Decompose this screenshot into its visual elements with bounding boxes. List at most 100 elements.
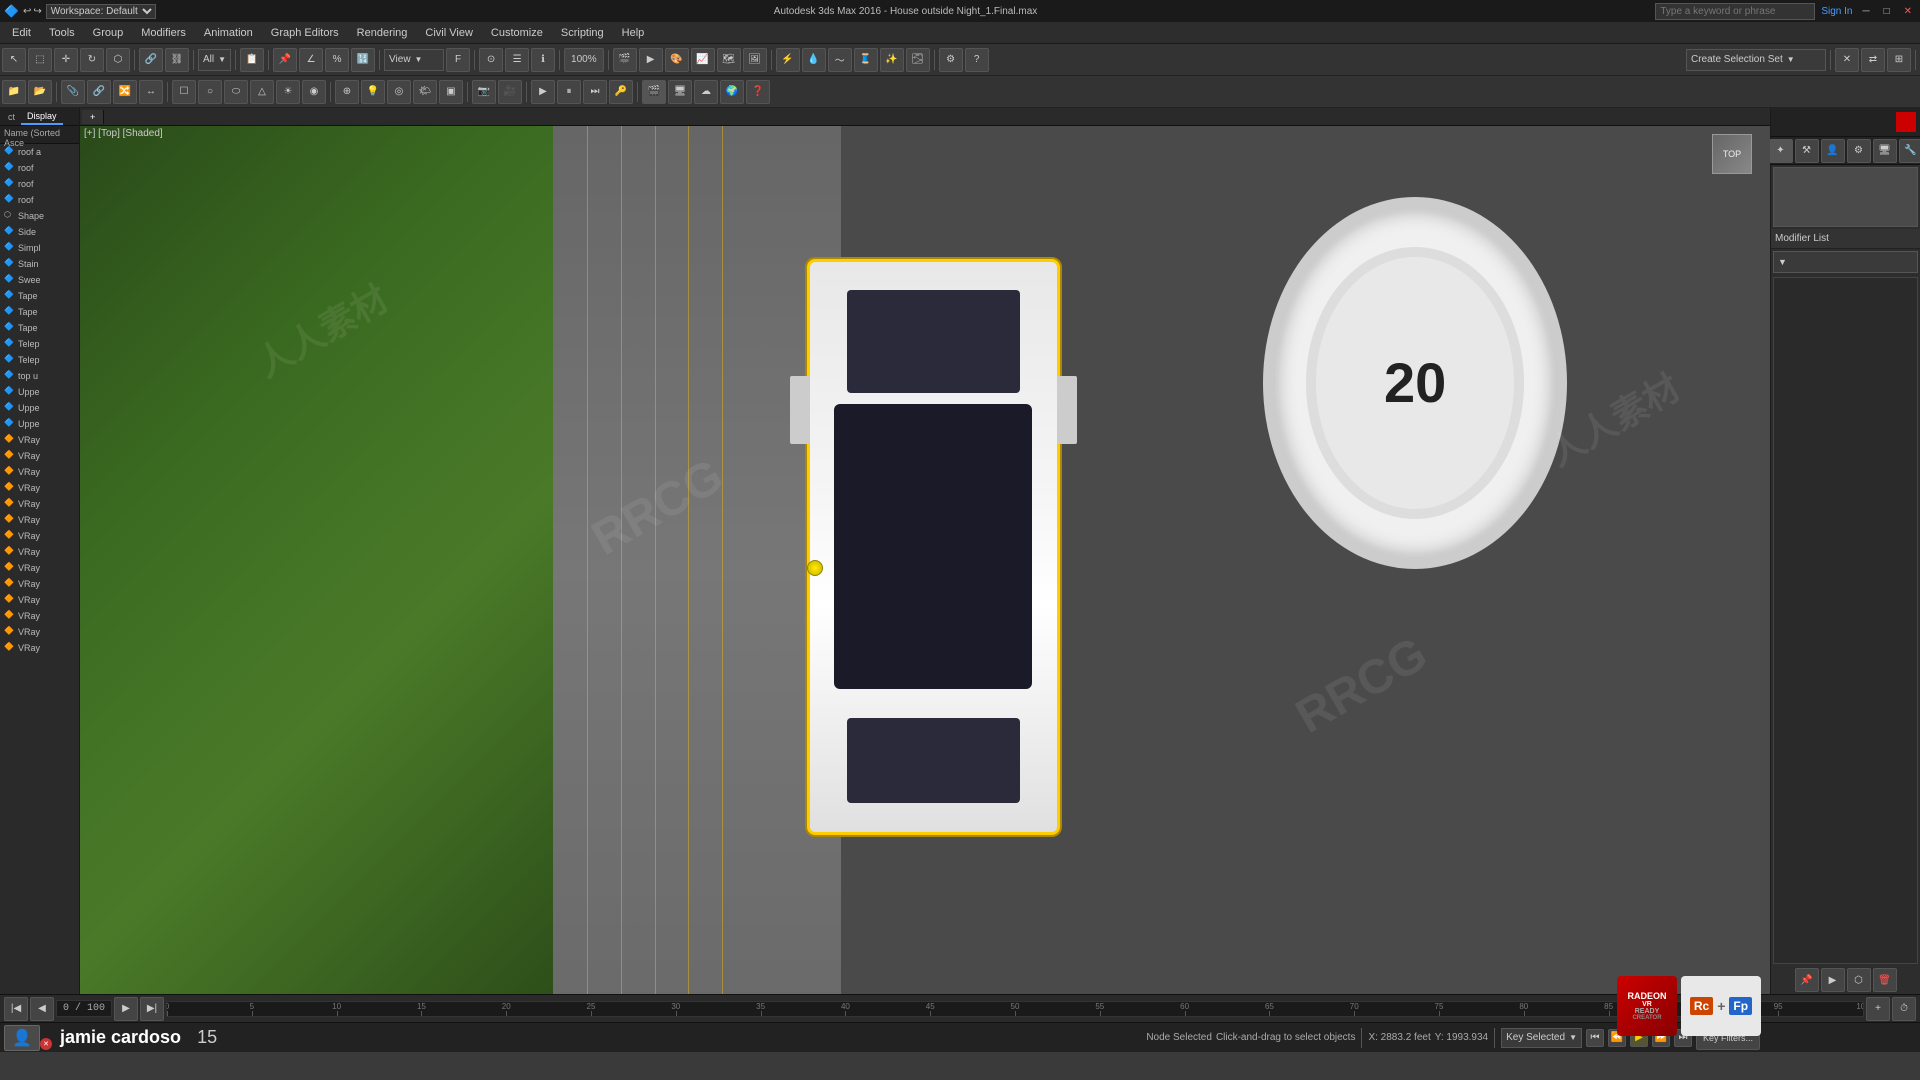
rp-create-icon[interactable]: ✦	[1769, 139, 1793, 163]
color-swatch[interactable]	[1896, 112, 1916, 132]
tb2-cylinder-icon[interactable]: ⬭	[224, 80, 248, 104]
maximize-icon[interactable]: □	[1880, 6, 1894, 17]
menu-graph-editors[interactable]: Graph Editors	[263, 25, 347, 41]
rp-remove-mod-icon[interactable]: 🗑	[1873, 968, 1897, 992]
left-tab-ct[interactable]: ct	[2, 110, 21, 124]
scene-item[interactable]: 🔶VRay	[0, 528, 79, 544]
tb-align-icon[interactable]: ⊞	[1887, 48, 1911, 72]
tb2-target-icon[interactable]: ⊕	[335, 80, 359, 104]
tb2-omni-icon[interactable]: ◎	[387, 80, 411, 104]
tb-unlink-icon[interactable]: ⛓	[165, 48, 189, 72]
tb-schematic-icon[interactable]: 🗺	[717, 48, 741, 72]
tb2-box-icon[interactable]: ☐	[172, 80, 196, 104]
timeline-prev-key-icon[interactable]: ◀	[30, 997, 54, 1021]
key-filter-dropdown[interactable]: Key Selected▼	[1501, 1028, 1582, 1048]
scene-item[interactable]: 🔷roof	[0, 160, 79, 176]
tb-hair-icon[interactable]: 〜	[828, 48, 852, 72]
tb2-replace-icon[interactable]: ↔	[139, 80, 163, 104]
scene-item[interactable]: 🔷Tape	[0, 320, 79, 336]
tb-select-icon[interactable]: ↖	[2, 48, 26, 72]
rp-utilities-icon[interactable]: 🔧	[1899, 139, 1920, 163]
scene-item[interactable]: 🔷Simpl	[0, 240, 79, 256]
search-input[interactable]	[1655, 3, 1815, 20]
timeline-next-icon[interactable]: ▶|	[140, 997, 164, 1021]
tb-properties-icon[interactable]: ℹ	[531, 48, 555, 72]
scene-item[interactable]: 🔷Side	[0, 224, 79, 240]
scene-item[interactable]: 🔶VRay	[0, 624, 79, 640]
scene-item[interactable]: ⬡Shape	[0, 208, 79, 224]
scene-item[interactable]: 🔷Telep	[0, 336, 79, 352]
scene-item[interactable]: 🔶VRay	[0, 480, 79, 496]
scene-item[interactable]: 🔶VRay	[0, 576, 79, 592]
tb2-spot-icon[interactable]: 💡	[361, 80, 385, 104]
tb2-reference-icon[interactable]: 📎	[61, 80, 85, 104]
tb-render-setup-icon[interactable]: 🎬	[613, 48, 637, 72]
view-dropdown[interactable]: View▼	[384, 49, 444, 71]
play-prev-frame-icon[interactable]: ⏮	[1586, 1029, 1604, 1047]
scene-item[interactable]: 🔶VRay	[0, 512, 79, 528]
minimize-icon[interactable]: ─	[1858, 6, 1873, 17]
tb2-sphere-icon[interactable]: ○	[198, 80, 222, 104]
create-selection-dropdown[interactable]: Create Selection Set▼	[1686, 49, 1826, 71]
tb2-camera-icon[interactable]: 📷	[472, 80, 496, 104]
rp-pin-stack-icon[interactable]: 📌	[1795, 968, 1819, 992]
modifier-list-dropdown[interactable]: ▼	[1773, 251, 1918, 273]
tb-material-editor-icon[interactable]: 🎨	[665, 48, 689, 72]
tb-3d-snap-icon[interactable]: 📌	[273, 48, 297, 72]
rp-display-icon[interactable]: 🖥	[1873, 139, 1897, 163]
scene-item[interactable]: 🔷Uppe	[0, 384, 79, 400]
scene-item[interactable]: 🔷Tape	[0, 304, 79, 320]
tb2-area-light-icon[interactable]: ▣	[439, 80, 463, 104]
tb-x-form-icon[interactable]: ✕	[1835, 48, 1859, 72]
scene-item[interactable]: 🔷top u	[0, 368, 79, 384]
scene-item[interactable]: 🔷Swee	[0, 272, 79, 288]
tb2-env-icon[interactable]: 🌍	[720, 80, 744, 104]
scene-item[interactable]: 🔶VRay	[0, 464, 79, 480]
nav-cube-box[interactable]: TOP	[1712, 134, 1752, 174]
tb-mass-fx-icon[interactable]: ⚡	[776, 48, 800, 72]
scene-item[interactable]: 🔶VRay	[0, 448, 79, 464]
scene-item[interactable]: 🔷roof a	[0, 144, 79, 160]
menu-help[interactable]: Help	[614, 25, 653, 41]
tb-zoom-percent[interactable]: 100%	[564, 48, 604, 72]
rp-hierarchy-icon[interactable]: 👤	[1821, 139, 1845, 163]
timeline-track[interactable]: 0510152025303540455055606570758085909510…	[166, 1001, 1864, 1017]
rp-modify-icon[interactable]: ⚒	[1795, 139, 1819, 163]
tb-fluid-icon[interactable]: 💧	[802, 48, 826, 72]
scene-item[interactable]: 🔷Uppe	[0, 416, 79, 432]
undo-icon[interactable]: ↩	[23, 6, 31, 17]
scene-item[interactable]: 🔶VRay	[0, 544, 79, 560]
menu-group[interactable]: Group	[85, 25, 132, 41]
tb-mirror-icon[interactable]: ⇄	[1861, 48, 1885, 72]
tb-help-icon[interactable]: ?	[965, 48, 989, 72]
tb-percent-snap-icon[interactable]: %	[325, 48, 349, 72]
tb2-skylight-icon[interactable]: 🌤	[413, 80, 437, 104]
tb-view-front-icon[interactable]: F	[446, 48, 470, 72]
tb-render-icon[interactable]: ▶	[639, 48, 663, 72]
tb2-sphere2-icon[interactable]: ◉	[302, 80, 326, 104]
tb2-stop-icon[interactable]: ⏸	[557, 80, 581, 104]
timeline-prev-icon[interactable]: |◀	[4, 997, 28, 1021]
scene-item[interactable]: 🔶VRay	[0, 608, 79, 624]
tb2-cone-icon[interactable]: △	[250, 80, 274, 104]
tb-move-icon[interactable]: ✛	[54, 48, 78, 72]
tb2-play-icon[interactable]: ▶	[531, 80, 555, 104]
scene-item[interactable]: 🔶VRay	[0, 640, 79, 656]
tb2-key-icon[interactable]: 🔑	[609, 80, 633, 104]
menu-customize[interactable]: Customize	[483, 25, 551, 41]
tb-named-selection-icon[interactable]: 📋	[240, 48, 264, 72]
tb2-target-cam-icon[interactable]: 🎥	[498, 80, 522, 104]
tb-link-icon[interactable]: 🔗	[139, 48, 163, 72]
left-tab-display[interactable]: Display	[21, 109, 63, 125]
tb-layer-icon[interactable]: ☰	[505, 48, 529, 72]
tb2-question-icon[interactable]: ❓	[746, 80, 770, 104]
tb-rotate-icon[interactable]: ↻	[80, 48, 104, 72]
tb2-xref-icon[interactable]: 🔗	[87, 80, 111, 104]
tb-curve-editor-icon[interactable]: 📈	[691, 48, 715, 72]
tb-atmosphere-icon[interactable]: 🌫	[906, 48, 930, 72]
workspace-dropdown[interactable]: Workspace: Default	[46, 4, 156, 19]
select-filter-dropdown[interactable]: All▼	[198, 49, 231, 71]
tb2-sun-icon[interactable]: ☀	[276, 80, 300, 104]
scene-item[interactable]: 🔶VRay	[0, 560, 79, 576]
scene-item[interactable]: 🔶VRay	[0, 432, 79, 448]
